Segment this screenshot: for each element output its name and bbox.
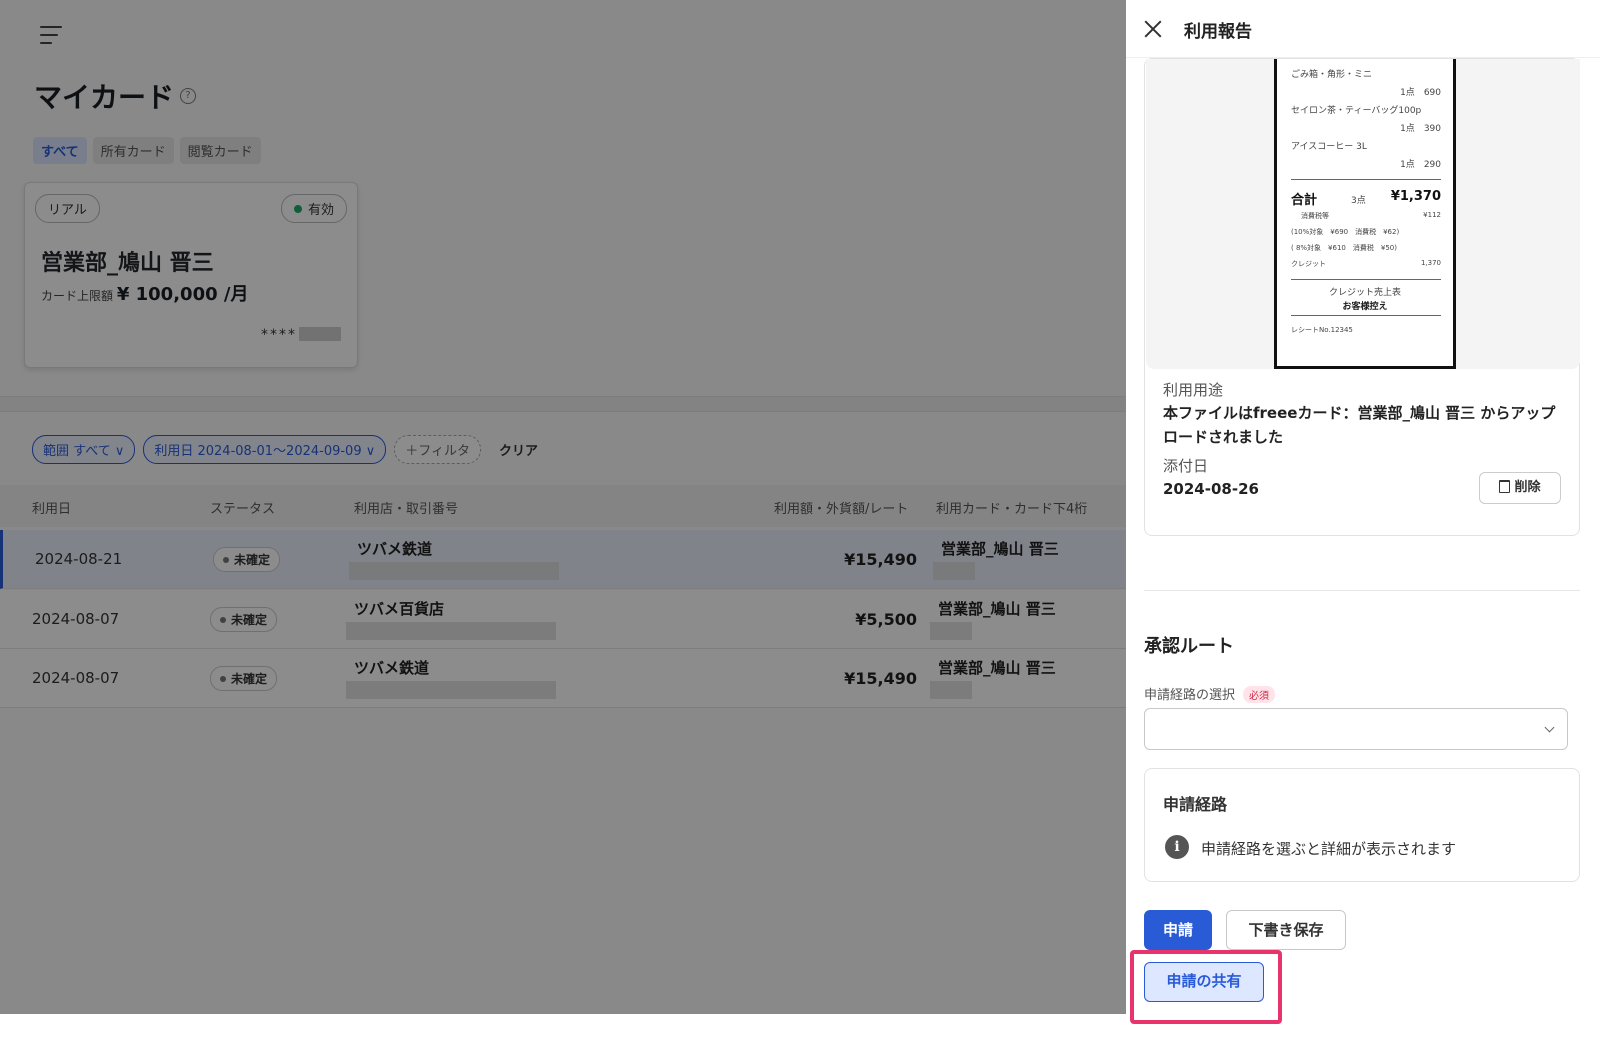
drawer-title: 利用報告 (1184, 22, 1252, 42)
receipt-total-label: 合計 (1291, 193, 1318, 208)
receipt-tax-value: ¥112 (1423, 211, 1441, 219)
attached-date-label: 添付日 (1163, 457, 1209, 475)
receipt-tax8: ( 8%対象 ¥610 消費税 ¥50) (1291, 244, 1397, 252)
apply-button[interactable]: 申請 (1144, 910, 1212, 950)
main-page: マイカード ? すべて 所有カード 閲覧カード リアル 有効 営業部_鳩山 晋三… (0, 0, 1126, 1014)
receipt-item-qty-price: 1点 390 (1400, 124, 1441, 134)
save-draft-button[interactable]: 下書き保存 (1226, 910, 1346, 950)
usage-label: 利用用途 (1163, 381, 1224, 399)
section-divider (1144, 590, 1580, 591)
receipt-total-value: ¥1,370 (1390, 189, 1441, 204)
required-badge: 必須 (1243, 686, 1276, 703)
screen: マイカード ? すべて 所有カード 閲覧カード リアル 有効 営業部_鳩山 晋三… (0, 0, 1600, 1056)
approval-route-title: 承認ルート (1144, 636, 1234, 657)
chevron-down-icon (1544, 722, 1555, 733)
receipt-slip-sub: お客様控え (1342, 302, 1388, 312)
receipt-item-qty-price: 1点 290 (1400, 160, 1441, 170)
share-request-button[interactable]: 申請の共有 (1144, 962, 1264, 1002)
receipt-tax-label: 消費税等 (1301, 212, 1329, 220)
receipt-item-name: ごみ箱・角形・ミニ (1291, 70, 1373, 80)
close-icon[interactable] (1142, 18, 1164, 40)
trash-icon (1499, 480, 1511, 493)
drawer-header: 利用報告 (1126, 0, 1600, 58)
route-box-message: 申請経路を選ぶと詳細が表示されます (1201, 840, 1457, 858)
receipt-number: レシートNo.12345 (1291, 326, 1353, 334)
receipt-item-name: アイスコーヒー 3L (1291, 142, 1367, 152)
route-select[interactable] (1144, 708, 1568, 750)
route-box-title: 申請経路 (1163, 795, 1228, 814)
route-select-label: 申請経路の選択 必須 (1144, 684, 1276, 703)
receipt-tax10: (10%対象 ¥690 消費税 ¥62) (1291, 228, 1400, 236)
receipt-item-name: セイロン茶・ティーバッグ100p (1291, 106, 1422, 116)
info-icon: i (1165, 835, 1189, 859)
receipt-item-qty-price: 1点 690 (1400, 88, 1441, 98)
modal-overlay[interactable] (0, 0, 1126, 1014)
receipt-credit-label: クレジット (1291, 260, 1326, 268)
receipt-preview[interactable]: ごみ箱・角形・ミニ 1点 690 セイロン茶・ティーバッグ100p 1点 390… (1146, 59, 1580, 369)
attachment-card: ごみ箱・角形・ミニ 1点 690 セイロン茶・ティーバッグ100p 1点 390… (1144, 58, 1580, 536)
receipt-credit-value: 1,370 (1420, 259, 1441, 267)
usage-text: 本ファイルはfreeeカード：営業部_鳩山 晋三 からアップロードされました (1163, 404, 1556, 446)
usage-report-drawer: 利用報告 ごみ箱・角形・ミニ 1点 690 セイロン茶・ティーバッグ100p 1… (1126, 0, 1600, 1056)
receipt-total-qty: 3点 (1351, 196, 1366, 206)
receipt-image: ごみ箱・角形・ミニ 1点 690 セイロン茶・ティーバッグ100p 1点 390… (1274, 59, 1456, 369)
receipt-slip-title: クレジット売上表 (1328, 288, 1401, 298)
delete-attachment-button[interactable]: 削除 (1479, 472, 1561, 504)
route-detail-box: 申請経路 i 申請経路を選ぶと詳細が表示されます (1144, 768, 1580, 882)
